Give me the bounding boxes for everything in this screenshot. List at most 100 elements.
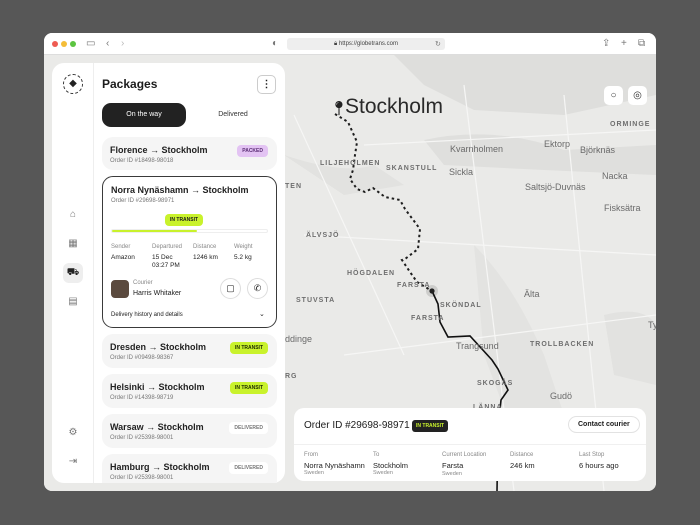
map-place-label: TROLLBACKEN [530,341,594,348]
map-place-label: HÖGDALEN [347,270,395,277]
search-icon: ○ [610,90,616,101]
destination-label: Stockholm [345,95,443,119]
distance-label: Distance [510,452,533,458]
tabs-overview-icon[interactable]: ⧉ [638,37,645,51]
map-place-label: Ty [648,320,656,330]
delivery-history-link[interactable]: Delivery history and details [111,311,183,320]
from-label: From [304,452,318,458]
maximize-window-button[interactable] [70,41,76,47]
browser-toolbar: ▭ ‹ › ◐ 🔒︎ https://globetrans.com ↻ ⇪ + … [44,33,656,55]
weight-label: Weight [234,244,253,250]
share-icon[interactable]: ⇪ [602,37,610,51]
package-order-id: Order ID #29698-98971 [111,198,174,204]
route-traveled [335,114,432,291]
map-search-button[interactable]: ○ [604,86,623,105]
tab-delivered[interactable]: Delivered [191,103,275,127]
status-badge: IN TRANSIT [165,214,203,226]
current-location-marker [429,288,434,293]
package-route: Helsinki → Stockholm [110,382,205,392]
logo-box-icon[interactable]: ◆ [63,74,83,94]
package-route: Warsaw → Stockholm [110,422,204,432]
location-value: Farsta [442,461,463,470]
map-place-label: SKÖNDAL [440,302,482,309]
map-place-label: Fisksätra [604,203,641,213]
tab-on-the-way[interactable]: On the way [102,103,186,127]
settings-icon[interactable]: ⚙ [63,423,83,443]
sender-value: Amazon [111,253,135,262]
sidebar-toggle-icon[interactable]: ▭ [86,37,95,51]
package-item[interactable]: Helsinki → Stockholm Order ID #14398-987… [102,374,277,408]
to-country: Sweden [373,470,393,476]
to-value: Stockholm [373,461,408,470]
status-badge: PACKED [237,145,268,157]
package-item[interactable]: Hamburg → Stockholm Order ID #25398-9800… [102,454,277,483]
map-place-label: Sickla [449,167,473,177]
map-place-label: Älta [524,289,540,299]
last-stop-label: Last Stop [579,452,604,458]
map-place-label: SKOGÅS [477,380,513,387]
message-courier-button[interactable]: ▢ [220,278,241,299]
package-item[interactable]: Dresden → Stockholm Order ID #09498-9836… [102,334,277,368]
package-order-id: Order ID #14398-98719 [110,395,173,401]
contact-courier-button[interactable]: Contact courier [568,416,640,433]
package-item-expanded[interactable]: Norra Nynäshamn → Stockholm Order ID #29… [102,176,277,328]
package-order-id: Order ID #25398-98001 [110,435,173,441]
locate-button[interactable]: ◎ [628,86,647,105]
grid-icon[interactable]: ▦ [63,234,83,254]
weight-value: 5.2 kg [234,253,252,262]
progress-bar [111,229,268,233]
forward-icon[interactable]: › [121,37,124,51]
map-place-label: Ektorp [544,139,570,149]
minimize-window-button[interactable] [61,41,67,47]
phone-icon: ✆ [254,283,262,293]
courier-name: Harris Whitaker [133,289,181,298]
document-icon[interactable]: ▤ [63,292,83,312]
map-place-label: ÄLVSJÖ [306,232,340,239]
from-country: Sweden [304,470,324,476]
sender-label: Sender [111,244,130,250]
map-place-label: Nacka [602,171,628,181]
more-vertical-icon: ⋮ [262,79,272,90]
package-order-id: Order ID #18498-98018 [110,158,173,164]
package-order-id: Order ID #25398-98001 [110,475,173,481]
status-badge: IN TRANSIT [230,382,268,394]
package-order-id: Order ID #09498-98367 [110,355,173,361]
location-country: Sweden [442,471,462,477]
map-place-label: SKANSTULL [386,165,437,172]
to-label: To [373,452,379,458]
address-bar[interactable]: 🔒︎ https://globetrans.com [287,38,445,50]
reload-icon[interactable]: ↻ [435,38,441,52]
back-icon[interactable]: ‹ [106,37,109,51]
package-route: Norra Nynäshamn → Stockholm [111,185,249,195]
new-tab-icon[interactable]: + [621,37,627,51]
package-item[interactable]: Florence → Stockholm Order ID #18498-980… [102,137,277,170]
departured-label: Departured [152,244,182,250]
packages-panel: ◆ ⌂ ▦ ⛟ ▤ ⚙ ⇥ Packages ⋮ On the way Deli… [52,63,285,483]
browser-window: ▭ ‹ › ◐ 🔒︎ https://globetrans.com ↻ ⇪ + … [44,33,656,491]
location-label: Current Location [442,452,486,458]
home-icon[interactable]: ⌂ [63,205,83,225]
map-place-label: ddinge [285,334,312,344]
more-options-button[interactable]: ⋮ [257,75,276,94]
call-courier-button[interactable]: ✆ [247,278,268,299]
map-place-label: Trangsund [456,341,499,351]
distance-value: 246 km [510,461,535,470]
distance-label: Distance [193,244,216,250]
truck-icon[interactable]: ⛟ [63,263,83,283]
map-place-label: Gudö [550,391,572,401]
package-route: Hamburg → Stockholm [110,462,210,472]
progress-fill [112,230,197,232]
package-item[interactable]: Warsaw → Stockholm Order ID #25398-98001… [102,414,277,448]
map-place-label: STUVSTA [296,297,335,304]
shield-icon[interactable]: ◐ [272,37,278,51]
chevron-down-icon[interactable]: ⌄ [259,310,265,318]
logout-icon[interactable]: ⇥ [63,452,83,472]
map-place-label: Björknäs [580,145,615,155]
icon-rail: ◆ ⌂ ▦ ⛟ ▤ ⚙ ⇥ [52,63,94,483]
panel-title: Packages [102,77,157,91]
map-place-label: FARSTA [397,282,430,289]
status-badge: IN TRANSIT [230,342,268,354]
map-place-label: Saltsjö-Duvnäs [525,182,586,192]
status-badge: DELIVERED [229,462,268,474]
close-window-button[interactable] [52,41,58,47]
